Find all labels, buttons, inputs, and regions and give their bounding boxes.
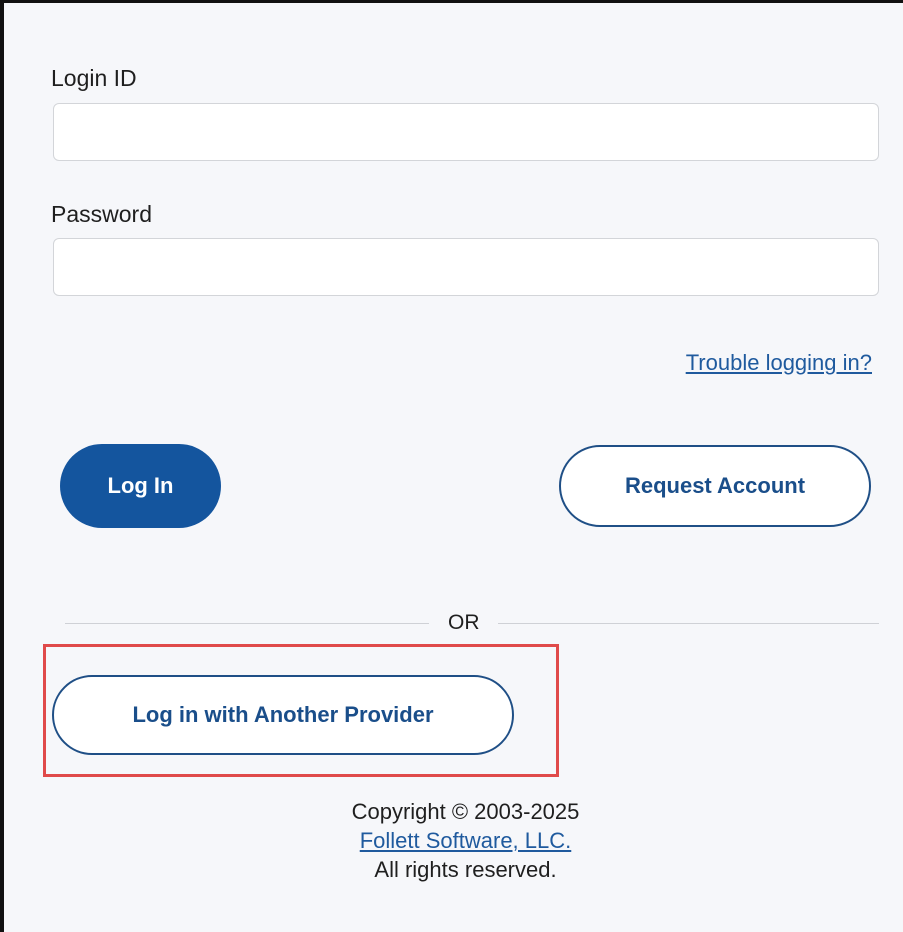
login-id-label: Login ID	[51, 65, 137, 91]
login-panel: Login ID Password Trouble logging in? Lo…	[0, 0, 903, 932]
password-label: Password	[51, 201, 152, 227]
company-link[interactable]: Follett Software, LLC.	[360, 828, 572, 853]
divider-line-left	[65, 623, 429, 624]
divider-line-right	[498, 623, 879, 624]
login-id-input[interactable]	[53, 103, 879, 161]
trouble-logging-in-link[interactable]: Trouble logging in?	[686, 350, 872, 376]
or-divider-text: OR	[448, 611, 480, 634]
request-account-button[interactable]: Request Account	[559, 445, 871, 527]
footer: Copyright © 2003-2025 Follett Software, …	[4, 797, 903, 884]
another-provider-button[interactable]: Log in with Another Provider	[52, 675, 514, 755]
password-input[interactable]	[53, 238, 879, 296]
login-button[interactable]: Log In	[60, 444, 221, 528]
rights-text: All rights reserved.	[374, 857, 557, 882]
copyright-text: Copyright © 2003-2025	[351, 799, 580, 824]
